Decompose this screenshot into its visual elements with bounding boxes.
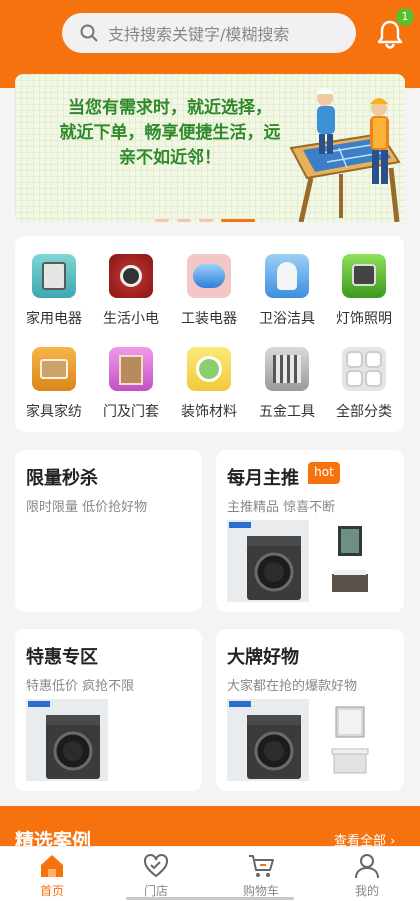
category-label: 灯饰照明: [336, 311, 392, 327]
category-bathroom[interactable]: 卫浴洁具: [248, 254, 326, 328]
card-title: 大牌好物: [227, 647, 299, 668]
appliance-icon: [32, 254, 76, 298]
banner-pagination[interactable]: [155, 219, 255, 222]
hot-badge: hot: [308, 462, 340, 484]
banner-dot-active[interactable]: [221, 219, 255, 222]
card-title: 每月主推: [227, 468, 299, 489]
tab-profile[interactable]: 我的: [325, 853, 409, 899]
card-title: 特惠专区: [26, 647, 98, 668]
big-brand-card[interactable]: 大牌好物 大家都在抢的爆款好物: [216, 629, 404, 791]
category-furniture[interactable]: 家具家纺: [15, 347, 93, 421]
lighting-icon: [342, 254, 386, 298]
category-label: 门及门套: [103, 404, 159, 420]
furniture-icon: [32, 347, 76, 391]
home-indicator: [126, 897, 294, 900]
tab-home[interactable]: 首页: [10, 853, 94, 899]
card-subtitle: 限时限量 低价抢好物: [26, 500, 148, 515]
banner-line-1: 当您有需求时，就近选择，: [68, 98, 272, 118]
category-decoration[interactable]: 装饰材料: [170, 347, 248, 421]
home-icon: [41, 855, 63, 877]
promo-banner[interactable]: 当您有需求时，就近选择， 就近下单，畅享便捷生活，远 亲不如近邻！: [15, 74, 405, 222]
search-icon: [80, 24, 98, 42]
bathroom-cabinet-image: [332, 526, 368, 592]
category-grid: 家用电器 生活小电 工装电器 卫浴洁具 灯饰照明 家具家纺 门及门套 装饰材料 …: [15, 236, 404, 432]
washing-machine-image: [26, 699, 108, 781]
category-lighting[interactable]: 灯饰照明: [325, 254, 403, 328]
category-appliances[interactable]: 家用电器: [15, 254, 93, 328]
door-icon: [109, 347, 153, 391]
search-placeholder: 支持搜索关键字/模糊搜索: [108, 25, 290, 44]
category-label: 全部分类: [336, 404, 392, 420]
card-subtitle: 特惠低价 疯抢不限: [26, 679, 135, 694]
tab-label: 我的: [354, 884, 379, 898]
washing-machine-image: [227, 699, 309, 781]
category-label: 卫浴洁具: [259, 311, 315, 327]
category-hardware[interactable]: 五金工具: [248, 347, 326, 421]
store-icon: [144, 854, 168, 878]
tab-cart[interactable]: 购物车: [219, 853, 303, 899]
banner-slogan: 当您有需求时，就近选择， 就近下单，畅享便捷生活，远 亲不如近邻！: [35, 96, 305, 171]
card-subtitle: 大家都在抢的爆款好物: [227, 679, 358, 694]
banner-line-3: 亲不如近邻！: [119, 148, 221, 168]
hardware-icon: [265, 347, 309, 391]
tab-label: 首页: [39, 884, 64, 898]
category-label: 生活小电: [103, 311, 159, 327]
all-categories-icon: [342, 347, 386, 391]
category-label: 五金工具: [259, 404, 315, 420]
workers-illustration: [289, 88, 401, 222]
cart-icon: [249, 855, 274, 877]
banner-dot[interactable]: [199, 219, 213, 222]
decoration-icon: [187, 347, 231, 391]
special-offer-card[interactable]: 特惠专区 特惠低价 疯抢不限: [15, 629, 202, 791]
category-doors[interactable]: 门及门套: [92, 347, 170, 421]
monthly-pick-card[interactable]: 每月主推 hot 主推精品 惊喜不断: [216, 450, 404, 612]
small-appliance-icon: [109, 254, 153, 298]
search-bar[interactable]: 支持搜索关键字/模糊搜索: [62, 13, 356, 53]
industrial-appliance-icon: [187, 254, 231, 298]
category-small-appliances[interactable]: 生活小电: [92, 254, 170, 328]
banner-dot[interactable]: [155, 219, 169, 222]
card-title: 限量秒杀: [26, 468, 98, 489]
tab-store[interactable]: 门店: [114, 853, 198, 899]
bathroom-icon: [265, 254, 309, 298]
profile-icon: [355, 854, 379, 879]
banner-line-2: 就近下单，畅享便捷生活，远: [59, 123, 281, 143]
bathroom-vanity-image: [331, 706, 369, 774]
category-label: 家用电器: [26, 311, 82, 327]
card-subtitle: 主推精品 惊喜不断: [227, 500, 336, 515]
washing-machine-image: [227, 520, 309, 602]
category-all[interactable]: 全部分类: [325, 347, 403, 421]
category-label: 家具家纺: [26, 404, 82, 420]
category-industrial-appliances[interactable]: 工装电器: [170, 254, 248, 328]
banner-dot[interactable]: [177, 219, 191, 222]
category-label: 装饰材料: [181, 404, 237, 420]
flash-sale-card[interactable]: 限量秒杀 限时限量 低价抢好物: [15, 450, 202, 612]
category-label: 工装电器: [181, 311, 237, 327]
notification-badge: 1: [396, 8, 414, 26]
bottom-tab-bar: 首页 门店 购物车 我的: [0, 846, 420, 901]
